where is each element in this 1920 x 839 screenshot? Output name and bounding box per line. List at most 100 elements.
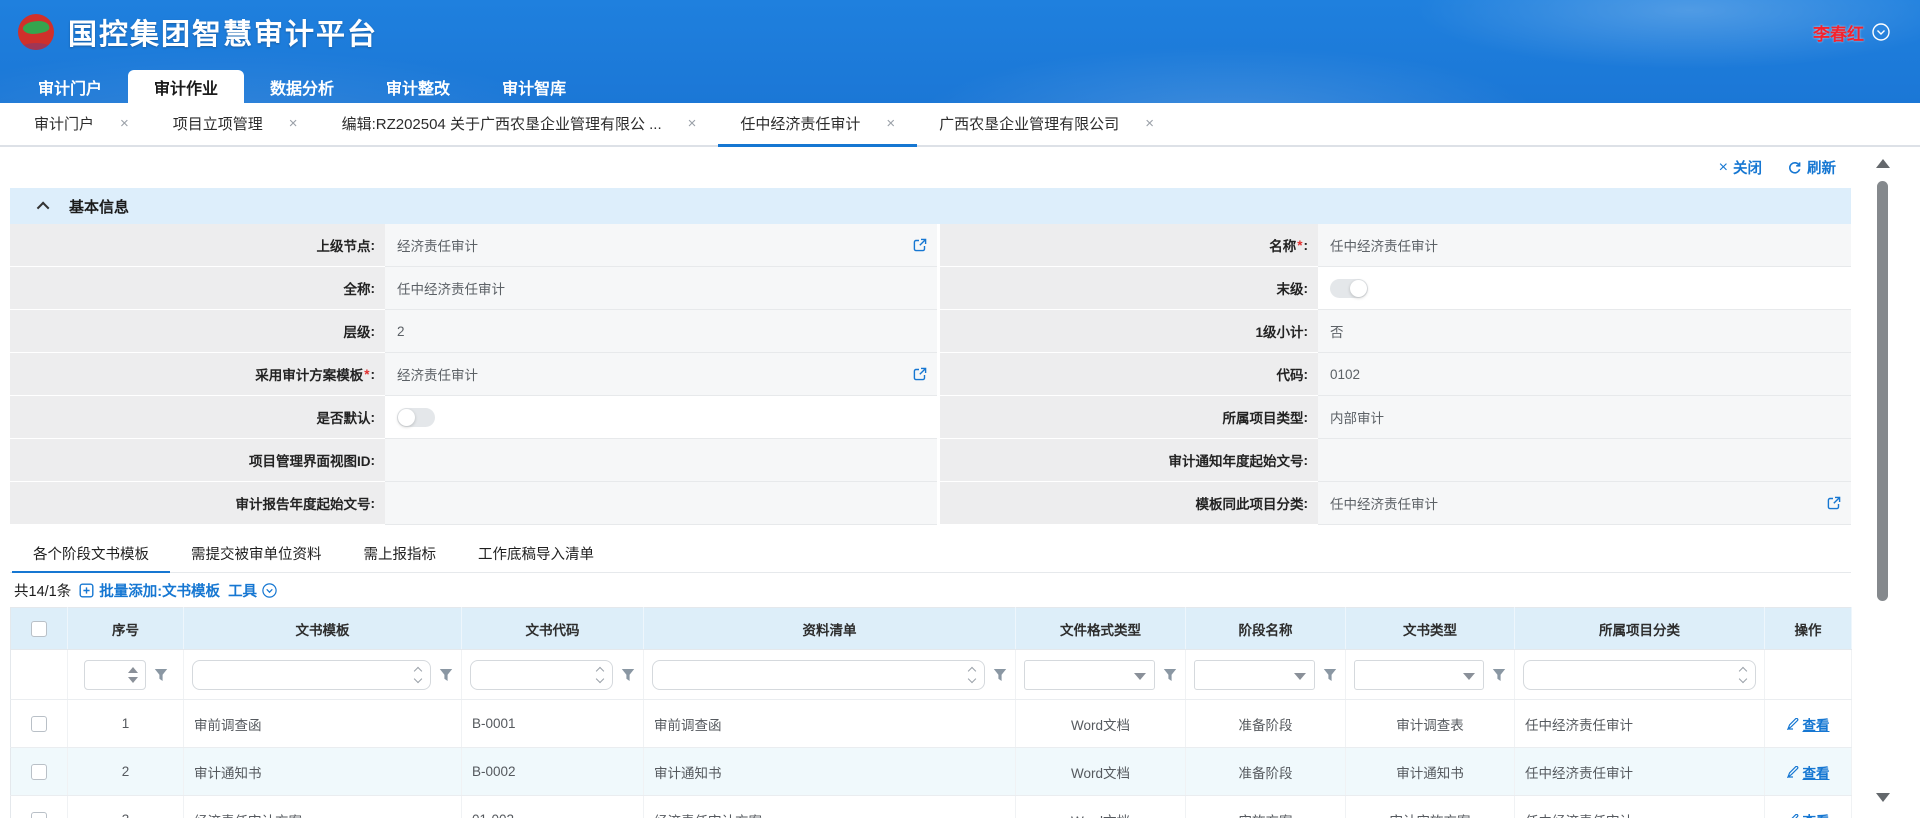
tools-dropdown-button[interactable]: 工具 — [228, 580, 277, 601]
doc-code-filter-input[interactable] — [470, 660, 613, 690]
subtab-report-indicators[interactable]: 需上报指标 — [343, 535, 458, 573]
external-link-icon[interactable] — [1827, 496, 1841, 510]
filter-funnel-icon[interactable] — [154, 668, 168, 682]
user-menu[interactable]: 李春红 — [1813, 20, 1890, 45]
col-seq: 序号 — [68, 608, 184, 650]
nav-item-audit-kb[interactable]: 审计智库 — [476, 70, 592, 103]
field-full-name[interactable]: 任中经济责任审计 — [385, 267, 937, 310]
field-name[interactable]: 任中经济责任审计 — [1318, 224, 1851, 267]
chevron-down-circle-icon — [1872, 23, 1890, 41]
field-report-start-no[interactable] — [385, 482, 937, 525]
tab-company[interactable]: 广西农垦企业管理有限公司 × — [917, 103, 1176, 147]
view-link[interactable]: 查看 — [1787, 810, 1830, 819]
select-all-checkbox[interactable] — [31, 621, 47, 637]
form-row: 层级: 2 1级小计: 否 — [10, 310, 1851, 353]
is-default-toggle[interactable] — [397, 408, 435, 427]
chevron-down-circle-icon — [262, 583, 277, 598]
seq-filter-input[interactable] — [84, 660, 146, 690]
external-link-icon[interactable] — [913, 367, 927, 381]
field-parent-node[interactable]: 经济责任审计 — [385, 224, 937, 267]
row-checkbox[interactable] — [31, 764, 47, 780]
close-icon: × — [1719, 159, 1728, 177]
table-row: 1 审前调查函 B-0001 审前调查函 Word文档 准备阶段 审计调查表 任… — [11, 700, 1852, 748]
brand-row: 国控集团智慧审计平台 李春红 — [0, 0, 1920, 64]
add-square-icon — [79, 583, 94, 598]
basic-info-header[interactable]: 基本信息 — [10, 188, 1851, 224]
field-level[interactable]: 2 — [385, 310, 937, 353]
subtab-doc-templates[interactable]: 各个阶段文书模板 — [12, 535, 170, 573]
tab-edit-rz202504[interactable]: 编辑:RZ202504 关于广西农垦企业管理有限公 ... × — [320, 103, 719, 147]
field-level1-subtotal[interactable]: 否 — [1318, 310, 1851, 353]
doc-type-filter-select[interactable] — [1354, 660, 1484, 690]
row-checkbox[interactable] — [31, 812, 47, 818]
doc-template-table: 序号 文书模板 文书代码 资料清单 文件格式类型 阶段名称 文书类型 所属项目分… — [10, 607, 1852, 818]
doc-template-filter-input[interactable] — [192, 660, 431, 690]
close-page-button[interactable]: × 关闭 — [1719, 157, 1762, 178]
row-checkbox[interactable] — [31, 716, 47, 732]
file-format-filter-select[interactable] — [1024, 660, 1155, 690]
col-doc-type: 文书类型 — [1346, 608, 1515, 650]
filter-row — [11, 650, 1852, 700]
field-project-type[interactable]: 内部审计 — [1318, 396, 1851, 439]
project-category-filter-input[interactable] — [1523, 660, 1756, 690]
filter-funnel-icon[interactable] — [621, 668, 635, 682]
app-title: 国控集团智慧审计平台 — [68, 11, 378, 53]
user-name: 李春红 — [1813, 20, 1864, 45]
subtab-required-materials[interactable]: 需提交被审单位资料 — [170, 535, 343, 573]
company-logo-icon — [18, 14, 54, 50]
filter-funnel-icon[interactable] — [439, 668, 453, 682]
filter-funnel-icon[interactable] — [1163, 668, 1177, 682]
tab-audit-portal[interactable]: 审计门户 × — [12, 103, 151, 147]
edit-pencil-icon — [1787, 814, 1799, 819]
col-material-list: 资料清单 — [644, 608, 1016, 650]
field-plan-template[interactable]: 经济责任审计 — [385, 353, 937, 396]
table-row: 2 审计通知书 B-0002 审计通知书 Word文档 准备阶段 审计通知书 任… — [11, 748, 1852, 796]
field-view-id[interactable] — [385, 439, 937, 482]
external-link-icon[interactable] — [913, 238, 927, 252]
close-tab-icon[interactable]: × — [886, 115, 895, 132]
filter-funnel-icon[interactable] — [1323, 668, 1337, 682]
required-mark: * — [364, 367, 369, 382]
app-window: 国控集团智慧审计平台 李春红 审计门户 审计作业 数据分析 审计整改 审计智库 … — [0, 0, 1920, 839]
tab-current-audit[interactable]: 任中经济责任审计 × — [718, 103, 917, 147]
scrollbar-thumb[interactable] — [1877, 181, 1888, 601]
nav-item-audit-portal[interactable]: 审计门户 — [12, 70, 128, 103]
page-actions: × 关闭 刷新 — [1719, 157, 1836, 178]
form-row: 审计报告年度起始文号: 模板同此项目分类: 任中经济责任审计 — [10, 482, 1851, 525]
collapse-caret-icon — [37, 201, 50, 214]
nav-item-audit-rectify[interactable]: 审计整改 — [360, 70, 476, 103]
col-actions: 操作 — [1765, 608, 1852, 650]
subtab-workpaper-import[interactable]: 工作底稿导入清单 — [457, 535, 615, 573]
batch-add-button[interactable]: 批量添加:文书模板 — [79, 580, 220, 601]
material-list-filter-input[interactable] — [652, 660, 985, 690]
required-mark: * — [1297, 238, 1302, 253]
opened-tabs-strip: 审计门户 × 项目立项管理 × 编辑:RZ202504 关于广西农垦企业管理有限… — [0, 103, 1920, 147]
scroll-up-arrow-icon[interactable] — [1876, 159, 1890, 168]
close-tab-icon[interactable]: × — [289, 115, 298, 132]
scroll-down-arrow-icon[interactable] — [1876, 793, 1890, 802]
close-tab-icon[interactable]: × — [688, 115, 697, 132]
close-tab-icon[interactable]: × — [1145, 115, 1154, 132]
nav-item-data-analysis[interactable]: 数据分析 — [244, 70, 360, 103]
field-notice-start-no[interactable] — [1318, 439, 1851, 482]
stage-name-filter-select[interactable] — [1194, 660, 1315, 690]
detail-subtabs: 各个阶段文书模板 需提交被审单位资料 需上报指标 工作底稿导入清单 — [10, 535, 1851, 573]
view-link[interactable]: 查看 — [1787, 714, 1830, 734]
top-header: 国控集团智慧审计平台 李春红 审计门户 审计作业 数据分析 审计整改 审计智库 — [0, 0, 1920, 103]
field-template-category[interactable]: 任中经济责任审计 — [1318, 482, 1851, 525]
vertical-scrollbar[interactable] — [1874, 155, 1892, 810]
tab-project-setup[interactable]: 项目立项管理 × — [151, 103, 320, 147]
record-count: 共14/1条 — [14, 580, 71, 601]
filter-funnel-icon[interactable] — [1492, 668, 1506, 682]
leaf-node-toggle[interactable] — [1330, 279, 1368, 298]
edit-pencil-icon — [1787, 718, 1799, 730]
table-row: 3 经济责任审计方案 01-002 经济责任审计方案 Word文档 实施方案 审… — [11, 796, 1852, 819]
form-row: 项目管理界面视图ID: 审计通知年度起始文号: — [10, 439, 1851, 482]
filter-funnel-icon[interactable] — [993, 668, 1007, 682]
close-tab-icon[interactable]: × — [120, 115, 129, 132]
nav-item-audit-work[interactable]: 审计作业 — [128, 70, 244, 103]
field-code[interactable]: 0102 — [1318, 353, 1851, 396]
view-link[interactable]: 查看 — [1787, 762, 1830, 782]
col-doc-code: 文书代码 — [462, 608, 644, 650]
refresh-page-button[interactable]: 刷新 — [1788, 157, 1836, 178]
